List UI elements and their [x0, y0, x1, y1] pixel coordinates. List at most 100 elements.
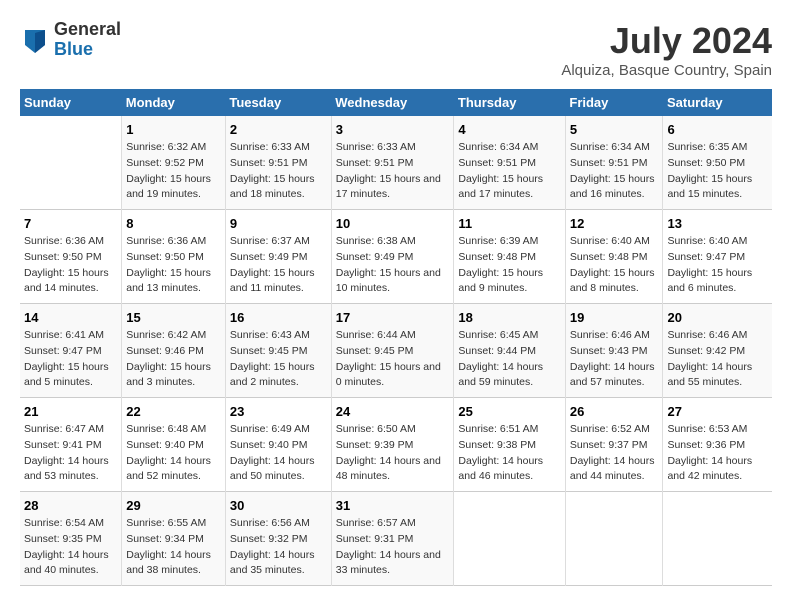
day-content: Sunrise: 6:51 AM Sunset: 9:38 PM Dayligh…: [458, 422, 560, 485]
calendar-cell: 9 Sunrise: 6:37 AM Sunset: 9:49 PM Daylig…: [225, 210, 331, 304]
calendar-cell: [565, 492, 663, 586]
calendar-cell: 7Sunrise: 6:36 AM Sunset: 9:50 PM Daylig…: [20, 210, 122, 304]
day-content: Sunrise: 6:40 AM Sunset: 9:48 PM Dayligh…: [570, 234, 659, 297]
calendar-cell: 10 Sunrise: 6:38 AM Sunset: 9:49 PM Dayli…: [331, 210, 454, 304]
calendar-cell: 3 Sunrise: 6:33 AM Sunset: 9:51 PM Daylig…: [331, 116, 454, 210]
calendar-cell: [663, 492, 772, 586]
day-content: Sunrise: 6:33 AM Sunset: 9:51 PM Dayligh…: [336, 140, 450, 203]
day-content: Sunrise: 6:38 AM Sunset: 9:49 PM Dayligh…: [336, 234, 450, 297]
day-number: 1: [126, 122, 221, 137]
column-header-friday: Friday: [565, 89, 663, 116]
day-content: Sunrise: 6:36 AM Sunset: 9:50 PM Dayligh…: [24, 234, 117, 297]
day-number: 20: [667, 310, 768, 325]
logo-general: General: [54, 20, 121, 40]
title-block: July 2024 Alquiza, Basque Country, Spain: [561, 20, 772, 79]
calendar-cell: 1Sunrise: 6:32 AM Sunset: 9:52 PM Daylig…: [122, 116, 226, 210]
calendar-cell: 31 Sunrise: 6:57 AM Sunset: 9:31 PM Dayli…: [331, 492, 454, 586]
calendar-cell: [454, 492, 565, 586]
calendar-cell: 18 Sunrise: 6:45 AM Sunset: 9:44 PM Dayli…: [454, 304, 565, 398]
calendar-cell: 6 Sunrise: 6:35 AM Sunset: 9:50 PM Daylig…: [663, 116, 772, 210]
day-number: 18: [458, 310, 560, 325]
day-number: 22: [126, 404, 221, 419]
day-number: 6: [667, 122, 768, 137]
day-number: 27: [667, 404, 768, 419]
day-number: 28: [24, 498, 117, 513]
column-header-sunday: Sunday: [20, 89, 122, 116]
day-content: Sunrise: 6:50 AM Sunset: 9:39 PM Dayligh…: [336, 422, 450, 485]
day-content: Sunrise: 6:37 AM Sunset: 9:49 PM Dayligh…: [230, 234, 327, 297]
day-number: 31: [336, 498, 450, 513]
calendar-cell: 28Sunrise: 6:54 AM Sunset: 9:35 PM Dayli…: [20, 492, 122, 586]
page-header: General Blue July 2024 Alquiza, Basque C…: [20, 20, 772, 79]
day-content: Sunrise: 6:34 AM Sunset: 9:51 PM Dayligh…: [458, 140, 560, 203]
day-content: Sunrise: 6:53 AM Sunset: 9:36 PM Dayligh…: [667, 422, 768, 485]
day-content: Sunrise: 6:35 AM Sunset: 9:50 PM Dayligh…: [667, 140, 768, 203]
calendar-cell: 30Sunrise: 6:56 AM Sunset: 9:32 PM Dayli…: [225, 492, 331, 586]
calendar-week-row: 14 Sunrise: 6:41 AM Sunset: 9:47 PM Dayli…: [20, 304, 772, 398]
calendar-cell: 5Sunrise: 6:34 AM Sunset: 9:51 PM Daylig…: [565, 116, 663, 210]
day-number: 11: [458, 216, 560, 231]
day-content: Sunrise: 6:44 AM Sunset: 9:45 PM Dayligh…: [336, 328, 450, 391]
day-content: Sunrise: 6:46 AM Sunset: 9:43 PM Dayligh…: [570, 328, 659, 391]
calendar-cell: 20Sunrise: 6:46 AM Sunset: 9:42 PM Dayli…: [663, 304, 772, 398]
calendar-cell: 16 Sunrise: 6:43 AM Sunset: 9:45 PM Dayli…: [225, 304, 331, 398]
day-content: Sunrise: 6:43 AM Sunset: 9:45 PM Dayligh…: [230, 328, 327, 391]
day-content: Sunrise: 6:40 AM Sunset: 9:47 PM Dayligh…: [667, 234, 768, 297]
day-number: 26: [570, 404, 659, 419]
day-number: 8: [126, 216, 221, 231]
day-number: 19: [570, 310, 659, 325]
calendar-week-row: 28Sunrise: 6:54 AM Sunset: 9:35 PM Dayli…: [20, 492, 772, 586]
calendar-cell: 2Sunrise: 6:33 AM Sunset: 9:51 PM Daylig…: [225, 116, 331, 210]
day-number: 12: [570, 216, 659, 231]
calendar-cell: 17 Sunrise: 6:44 AM Sunset: 9:45 PM Dayli…: [331, 304, 454, 398]
calendar-cell: 22Sunrise: 6:48 AM Sunset: 9:40 PM Dayli…: [122, 398, 226, 492]
day-number: 23: [230, 404, 327, 419]
day-number: 24: [336, 404, 450, 419]
calendar-cell: 12 Sunrise: 6:40 AM Sunset: 9:48 PM Dayli…: [565, 210, 663, 304]
day-number: 25: [458, 404, 560, 419]
day-number: 17: [336, 310, 450, 325]
calendar-cell: 13 Sunrise: 6:40 AM Sunset: 9:47 PM Dayli…: [663, 210, 772, 304]
location-subtitle: Alquiza, Basque Country, Spain: [561, 62, 772, 79]
column-header-wednesday: Wednesday: [331, 89, 454, 116]
day-number: 16: [230, 310, 327, 325]
calendar-week-row: 1Sunrise: 6:32 AM Sunset: 9:52 PM Daylig…: [20, 116, 772, 210]
calendar-cell: 19 Sunrise: 6:46 AM Sunset: 9:43 PM Dayli…: [565, 304, 663, 398]
calendar-table: SundayMondayTuesdayWednesdayThursdayFrid…: [20, 89, 772, 586]
day-number: 4: [458, 122, 560, 137]
logo-text: General Blue: [54, 20, 121, 60]
calendar-cell: 27 Sunrise: 6:53 AM Sunset: 9:36 PM Dayli…: [663, 398, 772, 492]
day-content: Sunrise: 6:41 AM Sunset: 9:47 PM Dayligh…: [24, 328, 117, 391]
day-number: 3: [336, 122, 450, 137]
calendar-cell: 4 Sunrise: 6:34 AM Sunset: 9:51 PM Daylig…: [454, 116, 565, 210]
column-header-saturday: Saturday: [663, 89, 772, 116]
calendar-cell: 25 Sunrise: 6:51 AM Sunset: 9:38 PM Dayli…: [454, 398, 565, 492]
logo: General Blue: [20, 20, 121, 60]
column-header-tuesday: Tuesday: [225, 89, 331, 116]
day-number: 14: [24, 310, 117, 325]
day-number: 21: [24, 404, 117, 419]
day-number: 10: [336, 216, 450, 231]
calendar-cell: 24 Sunrise: 6:50 AM Sunset: 9:39 PM Dayli…: [331, 398, 454, 492]
logo-blue: Blue: [54, 40, 121, 60]
calendar-cell: 21 Sunrise: 6:47 AM Sunset: 9:41 PM Dayli…: [20, 398, 122, 492]
day-number: 9: [230, 216, 327, 231]
calendar-cell: 26Sunrise: 6:52 AM Sunset: 9:37 PM Dayli…: [565, 398, 663, 492]
day-number: 29: [126, 498, 221, 513]
calendar-cell: 14 Sunrise: 6:41 AM Sunset: 9:47 PM Dayli…: [20, 304, 122, 398]
day-content: Sunrise: 6:57 AM Sunset: 9:31 PM Dayligh…: [336, 516, 450, 579]
calendar-cell: 11Sunrise: 6:39 AM Sunset: 9:48 PM Dayli…: [454, 210, 565, 304]
day-number: 13: [667, 216, 768, 231]
calendar-cell: 29 Sunrise: 6:55 AM Sunset: 9:34 PM Dayli…: [122, 492, 226, 586]
day-content: Sunrise: 6:47 AM Sunset: 9:41 PM Dayligh…: [24, 422, 117, 485]
day-number: 15: [126, 310, 221, 325]
day-content: Sunrise: 6:49 AM Sunset: 9:40 PM Dayligh…: [230, 422, 327, 485]
day-number: 2: [230, 122, 327, 137]
day-content: Sunrise: 6:36 AM Sunset: 9:50 PM Dayligh…: [126, 234, 221, 297]
logo-icon: [20, 25, 50, 55]
day-content: Sunrise: 6:55 AM Sunset: 9:34 PM Dayligh…: [126, 516, 221, 579]
day-number: 5: [570, 122, 659, 137]
column-header-monday: Monday: [122, 89, 226, 116]
day-content: Sunrise: 6:45 AM Sunset: 9:44 PM Dayligh…: [458, 328, 560, 391]
calendar-header-row: SundayMondayTuesdayWednesdayThursdayFrid…: [20, 89, 772, 116]
